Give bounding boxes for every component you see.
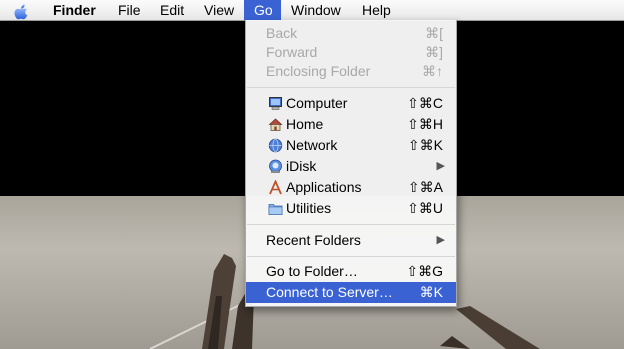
menu-item-shortcut: ⇧⌘K xyxy=(407,137,443,153)
network-globe-icon xyxy=(268,138,283,153)
menu-item-label: Computer xyxy=(286,95,348,111)
menu-edit[interactable]: Edit xyxy=(150,0,194,20)
menu-item-connect-to-server[interactable]: Connect to Server… ⌘K xyxy=(246,282,456,303)
menu-item-shortcut: ⇧⌘H xyxy=(407,116,443,132)
apple-menu-icon[interactable] xyxy=(10,1,32,20)
menu-item-shortcut: ⇧⌘U xyxy=(407,200,443,216)
go-menu-dropdown: Back ⌘[ Forward ⌘] Enclosing Folder ⌘↑ C… xyxy=(245,20,457,307)
menu-separator xyxy=(247,256,455,257)
menu-item-shortcut: ⇧⌘G xyxy=(406,263,443,279)
menu-item-recent-folders[interactable]: Recent Folders ▶ xyxy=(246,230,456,251)
applications-icon xyxy=(269,180,282,195)
menu-separator xyxy=(247,224,455,225)
menu-item-home[interactable]: Home ⇧⌘H xyxy=(246,114,456,135)
menu-item-computer[interactable]: Computer ⇧⌘C xyxy=(246,93,456,114)
menu-help[interactable]: Help xyxy=(352,0,401,20)
home-icon xyxy=(268,118,283,131)
menu-item-network[interactable]: Network ⇧⌘K xyxy=(246,135,456,156)
idisk-icon xyxy=(269,159,282,173)
submenu-arrow-icon: ▶ xyxy=(436,160,445,172)
menu-finder[interactable]: Finder xyxy=(43,0,106,20)
menu-item-label: Back xyxy=(266,25,298,41)
menu-item-label: Go to Folder… xyxy=(266,263,358,279)
menu-item-label: Network xyxy=(286,137,338,153)
menu-item-applications[interactable]: Applications ⇧⌘A xyxy=(246,177,456,198)
menu-item-shortcut: ⌘K xyxy=(419,284,443,300)
menu-item-label: Enclosing Folder xyxy=(266,63,371,79)
menu-item-label: Applications xyxy=(286,179,362,195)
menu-go[interactable]: Go xyxy=(244,0,281,20)
menu-item-utilities[interactable]: Utilities ⇧⌘U xyxy=(246,198,456,219)
menu-item-shortcut: ⇧⌘A xyxy=(407,179,443,195)
menu-file[interactable]: File xyxy=(108,0,151,20)
menu-view[interactable]: View xyxy=(194,0,244,20)
menu-window[interactable]: Window xyxy=(281,0,351,20)
menu-bar: Finder File Edit View Go Window Help xyxy=(0,0,624,21)
submenu-arrow-icon: ▶ xyxy=(436,234,445,246)
menu-item-shortcut: ⌘↑ xyxy=(422,63,443,79)
menu-item-forward[interactable]: Forward ⌘] xyxy=(246,42,456,63)
menu-item-back[interactable]: Back ⌘[ xyxy=(246,23,456,44)
menu-item-label: Recent Folders xyxy=(266,232,361,248)
menu-item-label: Utilities xyxy=(286,200,332,216)
menu-item-label: Connect to Server… xyxy=(266,284,393,300)
menu-item-label: Home xyxy=(286,116,324,132)
computer-icon xyxy=(269,97,282,110)
menu-item-go-to-folder[interactable]: Go to Folder… ⇧⌘G xyxy=(246,261,456,282)
menu-item-shortcut: ⇧⌘C xyxy=(407,95,443,111)
menu-item-label: iDisk xyxy=(286,158,317,174)
menu-item-shortcut: ⌘[ xyxy=(425,25,443,41)
menu-item-enclosing-folder[interactable]: Enclosing Folder ⌘↑ xyxy=(246,61,456,82)
menu-item-label: Forward xyxy=(266,44,318,60)
menu-item-shortcut: ⌘] xyxy=(425,44,443,60)
menu-item-idisk[interactable]: iDisk ▶ xyxy=(246,156,456,177)
utilities-folder-icon xyxy=(268,204,283,215)
menu-separator xyxy=(247,87,455,88)
